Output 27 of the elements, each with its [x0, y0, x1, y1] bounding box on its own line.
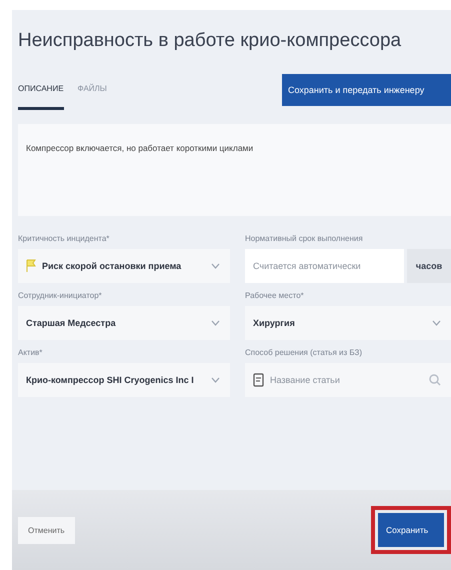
description-text: Компрессор включается, но работает короткими циклами: [26, 143, 254, 153]
placeholder-text: Название статьи: [270, 375, 341, 385]
select-field[interactable]: Риск скорой остановки приема: [18, 249, 230, 283]
select-field[interactable]: Крио-компрессор SHI Cryogenics Inc I: [18, 363, 230, 397]
chevron-down-icon: [432, 320, 441, 326]
select-field[interactable]: Хирургия: [245, 306, 451, 340]
description-field[interactable]: Компрессор включается, но работает короткими циклами: [18, 124, 451, 216]
field-label: Способ решения (статья из БЗ): [245, 348, 364, 357]
field-label: Нормативный срок выполнения: [245, 234, 364, 243]
field-label: Критичность инцидента*: [18, 234, 110, 243]
field-label: Актив*: [18, 348, 44, 357]
field-label: Рабочее место*: [245, 291, 305, 300]
document-icon: [253, 373, 264, 387]
chevron-down-icon: [211, 320, 220, 326]
cancel-button[interactable]: Отменить: [18, 516, 75, 544]
field-label: Сотрудник-инициатор*: [18, 291, 103, 300]
search-icon: [429, 374, 441, 386]
page-title: Неисправность в работе крио-компрессора: [17, 29, 402, 52]
flag-icon: [26, 259, 36, 273]
tab[interactable]: ОПИСАНИЕ: [18, 84, 64, 110]
duration-input[interactable]: Считается автоматически: [245, 249, 404, 283]
chevron-down-icon: [211, 263, 220, 269]
save-button[interactable]: Сохранить: [378, 513, 444, 547]
chevron-down-icon: [211, 377, 220, 383]
select-field[interactable]: Старшая Медсестра: [18, 306, 230, 340]
unit-select[interactable]: часов: [407, 249, 451, 283]
save-and-send-button[interactable]: Сохранить и передать инженеру: [282, 74, 451, 106]
